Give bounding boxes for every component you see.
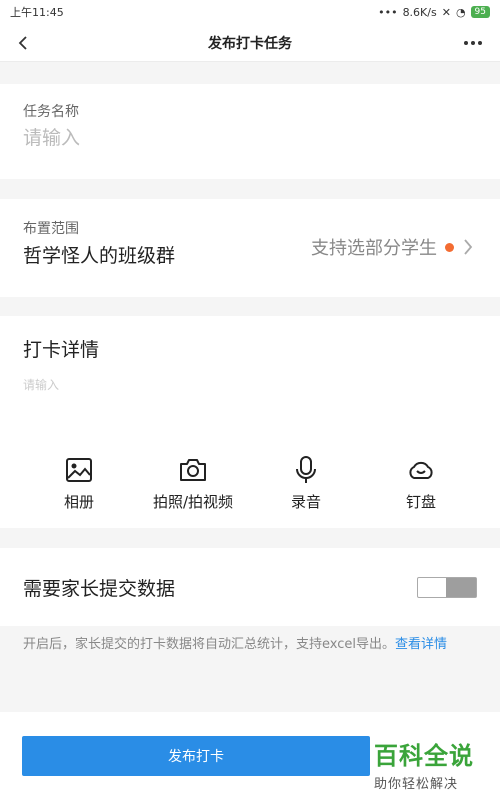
parent-data-label: 需要家长提交数据 xyxy=(23,578,176,600)
network-speed: 8.6K/s xyxy=(402,5,437,19)
status-bar: 上午11:45 ••• 8.6K/s ✕ ◔ 95 xyxy=(0,0,500,24)
parent-data-toggle[interactable] xyxy=(417,577,477,598)
status-icons: ••• 8.6K/s ✕ ◔ 95 xyxy=(378,6,490,19)
camera-icon xyxy=(180,459,206,481)
album-button[interactable]: 相册 xyxy=(52,455,106,512)
signal-dots-icon: ••• xyxy=(378,5,398,19)
task-name-input[interactable] xyxy=(23,127,463,149)
watermark-subtitle: 助你轻松解决 xyxy=(374,777,459,792)
mute-icon: ✕ xyxy=(441,5,451,19)
scope-label: 布置范围 xyxy=(23,221,79,237)
chevron-left-icon[interactable] xyxy=(8,28,38,58)
record-button[interactable]: 录音 xyxy=(282,455,330,512)
view-details-link[interactable]: 查看详情 xyxy=(395,637,447,652)
drive-button[interactable]: 钉盘 xyxy=(397,455,445,512)
scope-hint: 支持选部分学生 xyxy=(311,238,437,259)
parent-data-tip: 开启后，家长提交的打卡数据将自动汇总统计，支持excel导出。查看详情 xyxy=(23,634,478,655)
tool-label: 录音 xyxy=(290,493,321,511)
nav-bar: 发布打卡任务 xyxy=(0,24,500,62)
more-dots-icon[interactable] xyxy=(458,28,488,58)
cloud-drive-icon xyxy=(409,461,433,479)
toggle-knob xyxy=(446,578,476,597)
tip-text: 开启后，家长提交的打卡数据将自动汇总统计，支持excel导出。 xyxy=(23,637,395,652)
watermark-logo: 百科全说 助你轻松解决 xyxy=(374,736,494,792)
wifi-icon: ◔ xyxy=(455,5,466,19)
detail-input[interactable] xyxy=(23,376,473,436)
microphone-icon xyxy=(296,456,316,483)
image-icon xyxy=(66,458,92,482)
scope-value: 哲学怪人的班级群 xyxy=(23,245,176,267)
status-time: 上午11:45 xyxy=(10,6,64,19)
camera-button[interactable]: 拍照/拍视频 xyxy=(138,455,248,512)
publish-button[interactable]: 发布打卡 xyxy=(22,736,370,776)
task-name-label: 任务名称 xyxy=(23,104,79,120)
select-students-link[interactable]: 支持选部分学生 xyxy=(311,234,474,260)
tool-label: 拍照/拍视频 xyxy=(152,493,234,511)
new-badge-dot xyxy=(445,242,454,252)
battery-badge: 95 xyxy=(470,6,490,18)
tool-label: 相册 xyxy=(63,493,94,511)
watermark-title: 百科全说 xyxy=(374,742,474,770)
page-title: 发布打卡任务 xyxy=(208,35,292,52)
chevron-right-icon xyxy=(464,239,473,255)
detail-title: 打卡详情 xyxy=(23,339,100,361)
tool-label: 钉盘 xyxy=(405,493,436,511)
